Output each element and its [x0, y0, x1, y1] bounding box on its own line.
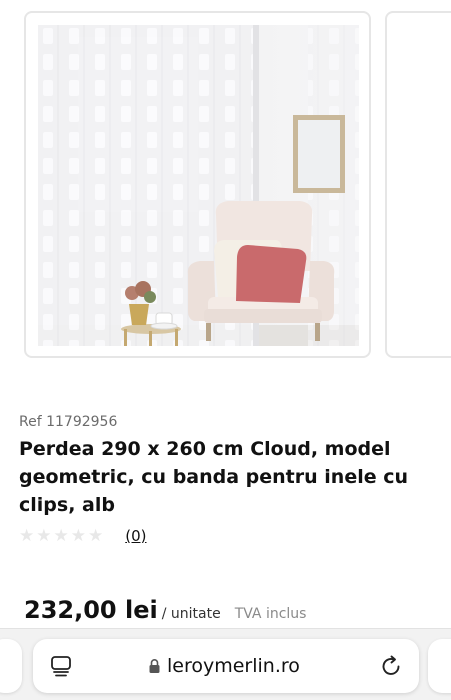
price-row: 232,00 lei / unitate TVA inclus — [24, 596, 306, 624]
vat-note: TVA inclus — [234, 606, 307, 622]
reload-icon[interactable] — [379, 654, 403, 678]
product-image-carousel[interactable] — [0, 0, 451, 370]
rating-stars: ★ ★ ★ ★ ★ — [19, 525, 104, 546]
star-icon: ★ — [70, 525, 86, 546]
next-tab-pill[interactable] — [428, 639, 451, 693]
star-icon: ★ — [88, 525, 104, 546]
browser-toolbar: leroymerlin.ro — [0, 628, 451, 700]
star-icon: ★ — [53, 525, 69, 546]
next-image-card[interactable] — [385, 11, 451, 358]
url-display[interactable]: leroymerlin.ro — [148, 639, 300, 693]
star-icon: ★ — [19, 525, 35, 546]
lock-icon — [149, 659, 160, 673]
product-rating[interactable]: ★ ★ ★ ★ ★ (0) — [19, 526, 147, 546]
url-text: leroymerlin.ro — [167, 655, 300, 677]
address-bar[interactable]: leroymerlin.ro — [33, 639, 419, 693]
star-icon: ★ — [36, 525, 52, 546]
product-title: Perdea 290 x 260 cm Cloud, model geometr… — [19, 438, 409, 516]
previous-tab-pill[interactable] — [0, 639, 22, 693]
review-count-link[interactable]: (0) — [125, 527, 146, 545]
product-price: 232,00 lei — [24, 596, 158, 624]
product-ref: Ref 11792956 — [19, 414, 118, 430]
product-image-card[interactable] — [24, 11, 371, 358]
product-photo[interactable] — [38, 25, 359, 346]
price-unit: / unitate — [161, 606, 221, 622]
tabs-icon[interactable] — [49, 655, 73, 677]
